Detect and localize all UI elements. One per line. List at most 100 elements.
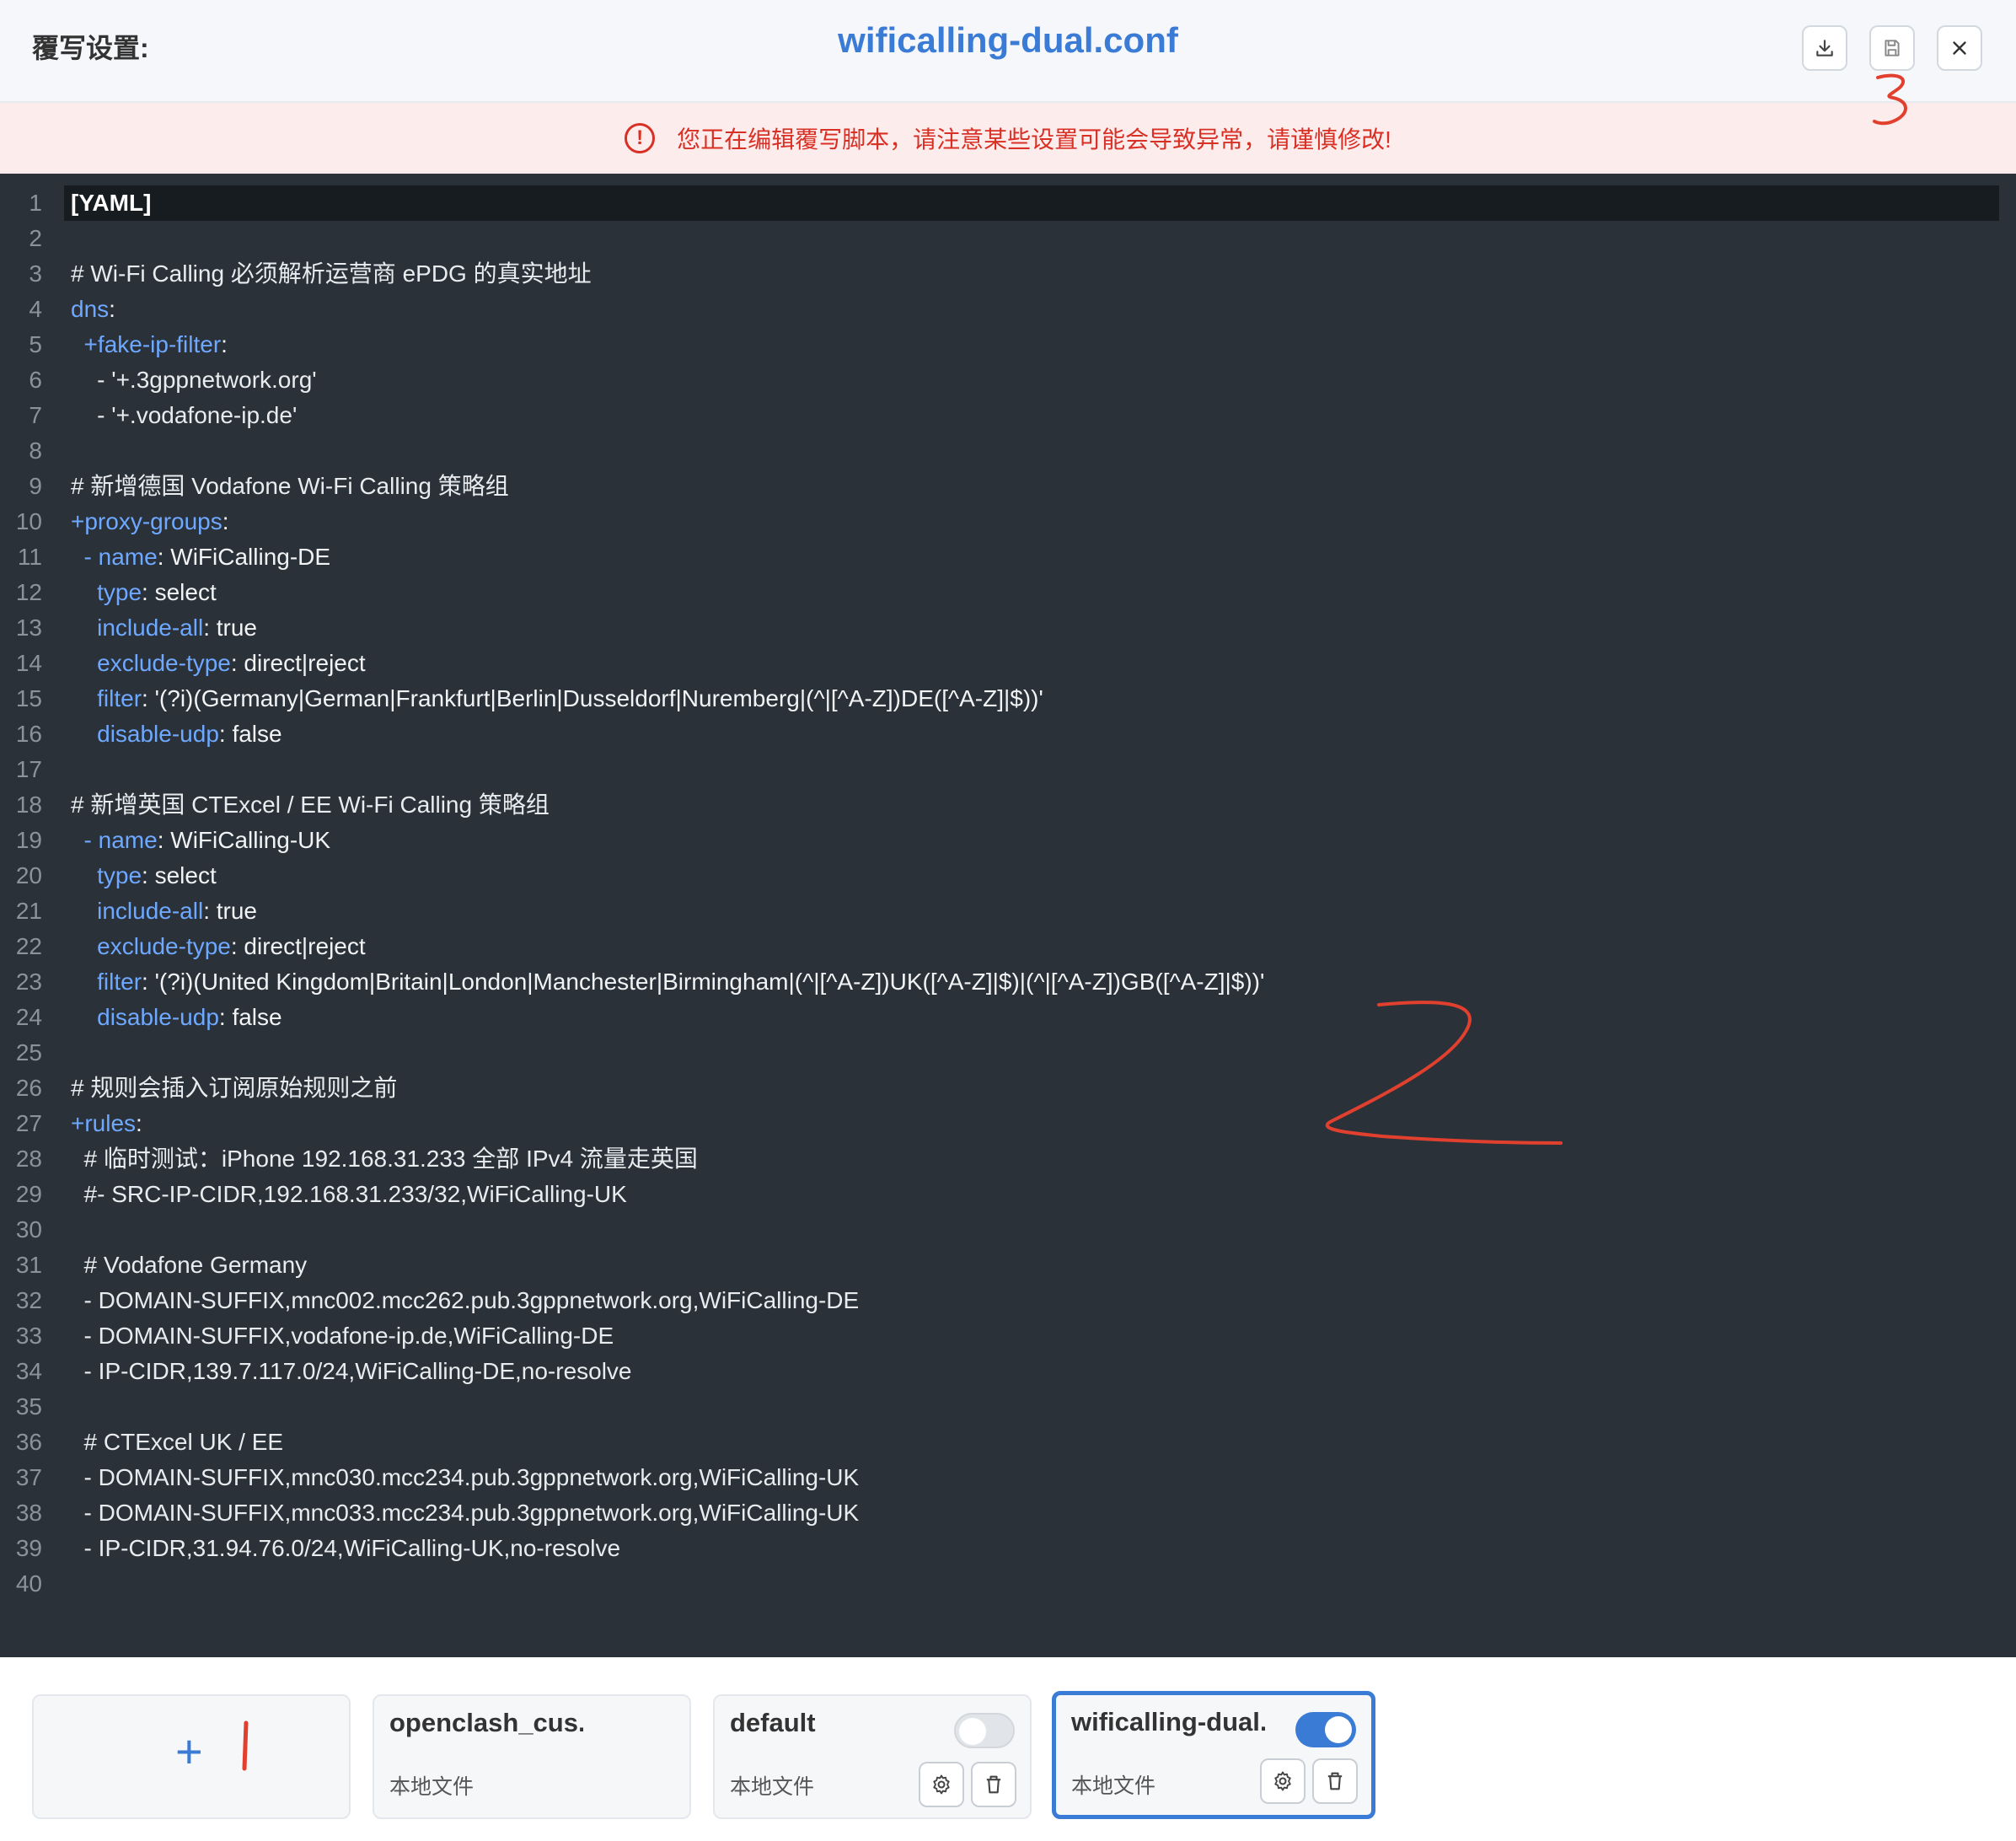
code-line[interactable]: 11 - name: WiFiCalling-DE xyxy=(0,539,2016,575)
override-card-default[interactable]: default 本地文件 xyxy=(713,1694,1032,1819)
code-line[interactable]: 13 include-all: true xyxy=(0,610,2016,646)
code-line[interactable]: 12 type: select xyxy=(0,575,2016,610)
code-line[interactable]: 3 # Wi-Fi Calling 必须解析运营商 ePDG 的真实地址 xyxy=(0,256,2016,292)
add-override-card[interactable]: + xyxy=(32,1694,351,1819)
close-icon xyxy=(1953,41,1966,55)
card-name: wificalling-dual... xyxy=(1071,1707,1265,1736)
code-text: exclude-type: direct|reject xyxy=(71,650,366,676)
line-number: 28 xyxy=(15,1146,42,1172)
code-line[interactable]: 22 exclude-type: direct|reject xyxy=(0,929,2016,964)
enable-toggle[interactable] xyxy=(1295,1712,1356,1747)
code-line[interactable]: 6 - '+.3gppnetwork.org' xyxy=(0,362,2016,398)
gear-icon xyxy=(933,1774,950,1795)
code-line[interactable]: 32 - DOMAIN-SUFFIX,mnc002.mcc262.pub.3gp… xyxy=(0,1283,2016,1318)
code-text: +proxy-groups: xyxy=(71,508,229,534)
code-text: # 临时测试：iPhone 192.168.31.233 全部 IPv4 流量走… xyxy=(71,1146,698,1172)
line-number: 27 xyxy=(15,1110,42,1136)
code-line[interactable]: 34 - IP-CIDR,139.7.117.0/24,WiFiCalling-… xyxy=(0,1354,2016,1389)
override-card-wificalling[interactable]: wificalling-dual... 本地文件 xyxy=(1052,1691,1375,1819)
line-number: 11 xyxy=(17,544,42,570)
close-button[interactable] xyxy=(1937,25,1982,71)
line-number: 23 xyxy=(15,969,42,995)
line-number: 32 xyxy=(15,1287,42,1313)
delete-button[interactable] xyxy=(971,1762,1016,1807)
line-number: 17 xyxy=(15,756,42,782)
code-line[interactable]: 10 +proxy-groups: xyxy=(0,504,2016,539)
code-line[interactable]: 30 xyxy=(0,1212,2016,1248)
code-line[interactable]: 27 +rules: xyxy=(0,1106,2016,1141)
save-button[interactable] xyxy=(1869,25,1915,71)
download-button[interactable] xyxy=(1802,25,1847,71)
code-line[interactable]: 20 type: select xyxy=(0,858,2016,894)
code-line[interactable]: 37 - DOMAIN-SUFFIX,mnc030.mcc234.pub.3gp… xyxy=(0,1460,2016,1495)
code-line[interactable]: 21 include-all: true xyxy=(0,894,2016,929)
settings-button[interactable] xyxy=(919,1762,964,1807)
card-source: 本地文件 xyxy=(389,1775,475,1799)
code-line[interactable]: 24 disable-udp: false xyxy=(0,1000,2016,1035)
line-number: 1 xyxy=(29,190,42,216)
code-line[interactable]: 7 - '+.vodafone-ip.de' xyxy=(0,398,2016,433)
code-line[interactable]: 23 filter: '(?i)(United Kingdom|Britain|… xyxy=(0,964,2016,1000)
line-number: 15 xyxy=(15,685,42,711)
override-header: 覆写设置: wificalling-dual.conf xyxy=(0,0,2016,103)
code-text: # Wi-Fi Calling 必须解析运营商 ePDG 的真实地址 xyxy=(71,260,592,287)
code-editor[interactable]: 1 [YAML] 2 3 # Wi-Fi Calling 必须解析运营商 ePDG 的真… xyxy=(0,174,2016,1657)
code-text: type: select xyxy=(71,579,217,605)
code-text: - name: WiFiCalling-DE xyxy=(71,544,331,570)
code-line[interactable]: 40 xyxy=(0,1566,2016,1602)
code-line[interactable]: 19 - name: WiFiCalling-UK xyxy=(0,823,2016,858)
code-text: [YAML] xyxy=(64,185,1999,221)
line-number: 20 xyxy=(15,862,42,888)
code-line[interactable]: 31 # Vodafone Germany xyxy=(0,1248,2016,1283)
code-text: - DOMAIN-SUFFIX,mnc033.mcc234.pub.3gppne… xyxy=(71,1500,860,1526)
code-text: disable-udp: false xyxy=(71,721,282,747)
override-card-openclash[interactable]: openclash_cus... 本地文件 xyxy=(373,1694,691,1819)
line-number: 33 xyxy=(15,1323,42,1349)
code-text: disable-udp: false xyxy=(71,1004,282,1030)
file-title: wificalling-dual.conf xyxy=(838,20,1178,60)
line-number: 9 xyxy=(29,473,42,499)
code-line[interactable]: 5 +fake-ip-filter: xyxy=(0,327,2016,362)
code-line[interactable]: 9 # 新增德国 Vodafone Wi-Fi Calling 策略组 xyxy=(0,469,2016,504)
code-line[interactable]: 36 # CTExcel UK / EE xyxy=(0,1425,2016,1460)
alert-icon: ! xyxy=(625,123,656,153)
code-line[interactable]: 17 xyxy=(0,752,2016,787)
code-text: # CTExcel UK / EE xyxy=(71,1429,284,1455)
code-line[interactable]: 26 # 规则会插入订阅原始规则之前 xyxy=(0,1071,2016,1106)
line-number: 30 xyxy=(15,1216,42,1243)
code-line[interactable]: 2 xyxy=(0,221,2016,256)
line-number: 3 xyxy=(29,260,42,287)
line-number: 2 xyxy=(29,225,42,251)
code-line[interactable]: 38 - DOMAIN-SUFFIX,mnc033.mcc234.pub.3gp… xyxy=(0,1495,2016,1531)
code-line[interactable]: 39 - IP-CIDR,31.94.76.0/24,WiFiCalling-U… xyxy=(0,1531,2016,1566)
code-line[interactable]: 16 disable-udp: false xyxy=(0,717,2016,752)
code-text: include-all: true xyxy=(71,615,257,641)
card-name: openclash_cus... xyxy=(389,1708,583,1737)
line-number: 31 xyxy=(15,1252,42,1278)
code-line[interactable]: 28 # 临时测试：iPhone 192.168.31.233 全部 IPv4 … xyxy=(0,1141,2016,1177)
override-file-list: + openclash_cus... 本地文件 default 本地文件 wif… xyxy=(0,1657,2016,1841)
enable-toggle[interactable] xyxy=(954,1713,1015,1748)
code-text: +rules: xyxy=(71,1110,142,1136)
code-line[interactable]: 25 xyxy=(0,1035,2016,1071)
code-line[interactable]: 8 xyxy=(0,433,2016,469)
code-line[interactable]: 35 xyxy=(0,1389,2016,1425)
line-number: 37 xyxy=(15,1464,42,1490)
warning-text: 您正在编辑覆写脚本，请注意某些设置可能会导致异常，请谨慎修改! xyxy=(677,126,1391,153)
code-line[interactable]: 33 - DOMAIN-SUFFIX,vodafone-ip.de,WiFiCa… xyxy=(0,1318,2016,1354)
code-line[interactable]: 1 [YAML] xyxy=(0,185,2016,221)
code-line[interactable]: 18 # 新增英国 CTExcel / EE Wi-Fi Calling 策略组 xyxy=(0,787,2016,823)
delete-button[interactable] xyxy=(1312,1758,1358,1804)
line-number: 8 xyxy=(29,437,42,464)
code-line[interactable]: 29 #- SRC-IP-CIDR,192.168.31.233/32,WiFi… xyxy=(0,1177,2016,1212)
settings-button[interactable] xyxy=(1260,1758,1306,1804)
line-number: 4 xyxy=(29,296,42,322)
line-number: 5 xyxy=(29,331,42,357)
code-line[interactable]: 14 exclude-type: direct|reject xyxy=(0,646,2016,681)
code-text: +fake-ip-filter: xyxy=(71,331,228,357)
trash-icon xyxy=(986,1775,1001,1794)
gear-icon xyxy=(1274,1771,1291,1791)
code-line[interactable]: 4 dns: xyxy=(0,292,2016,327)
line-number: 29 xyxy=(15,1181,42,1207)
code-line[interactable]: 15 filter: '(?i)(Germany|German|Frankfur… xyxy=(0,681,2016,717)
